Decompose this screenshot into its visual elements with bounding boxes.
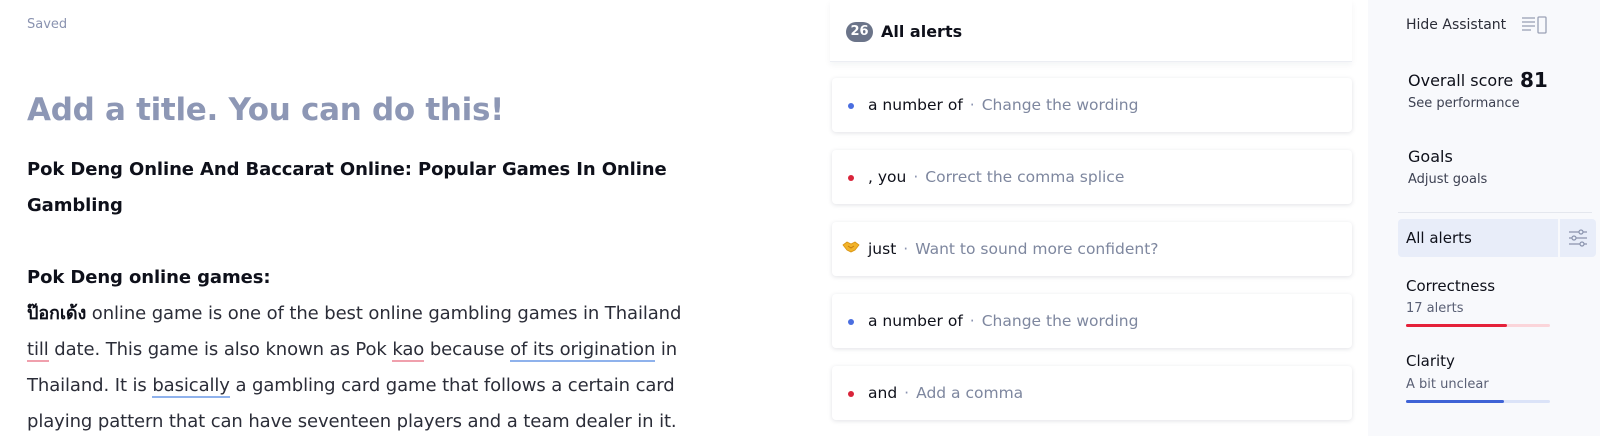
alert-text: a number of · Change the wording	[868, 96, 1138, 114]
flagged-word-basically[interactable]: basically	[152, 375, 230, 398]
handshake-icon	[842, 240, 860, 259]
hide-assistant-button[interactable]: Hide Assistant	[1368, 0, 1600, 50]
save-status: Saved	[27, 17, 68, 32]
divider	[1398, 212, 1592, 213]
overall-score-label: Overall score	[1408, 71, 1514, 90]
thai-term: ป๊อกเด้ง	[27, 303, 87, 324]
paragraph-text: date. This game is also known as Pok	[48, 339, 393, 360]
category-label: Correctness	[1406, 277, 1496, 295]
alert-separator: ·	[969, 96, 975, 114]
correctness-dot-icon	[848, 175, 854, 181]
alert-separator: ·	[904, 384, 910, 402]
paragraph-text: in	[655, 339, 678, 360]
alert-card[interactable]: , you · Correct the comma splice	[832, 150, 1352, 204]
heading-1-line-2: Gambling	[27, 195, 123, 216]
alert-text: just · Want to sound more confident?	[868, 240, 1159, 258]
clarity-dot-icon	[848, 319, 854, 325]
alert-hint: Want to sound more confident?	[915, 240, 1159, 258]
alert-separator: ·	[913, 168, 919, 186]
paragraph-text: online game is one of the best online ga…	[86, 303, 682, 324]
hide-assistant-label: Hide Assistant	[1406, 17, 1507, 33]
alert-card[interactable]: just · Want to sound more confident?	[832, 222, 1352, 276]
category-label: Clarity	[1406, 352, 1455, 370]
alert-hint: Change the wording	[981, 96, 1139, 114]
alerts-header: 26 All alerts	[830, 0, 1352, 62]
clarity-dot-icon	[848, 103, 854, 109]
heading-2: Pok Deng online games:	[27, 267, 271, 288]
heading-1: Pok Deng Online And Baccarat Online: Pop…	[27, 152, 717, 224]
sliders-icon	[1568, 229, 1588, 252]
category-subtitle: 17 alerts	[1406, 301, 1464, 316]
alert-term: , you	[868, 168, 907, 186]
paragraph-text: playing pattern that can have seventeen …	[27, 411, 677, 432]
category-subtitle: A bit unclear	[1406, 377, 1489, 392]
alert-text: and · Add a comma	[868, 384, 1023, 402]
alert-hint: Add a comma	[916, 384, 1024, 402]
paragraph: ป๊อกเด้ง online game is one of the best …	[27, 296, 717, 436]
alert-term: just	[868, 240, 897, 258]
editor-pane[interactable]: Saved Add a title. You can do this! Pok …	[0, 0, 820, 436]
alert-text: a number of · Change the wording	[868, 312, 1138, 330]
alert-text: , you · Correct the comma splice	[868, 168, 1124, 186]
assistant-sidebar: Hide Assistant Overall score 81 See perf…	[1368, 0, 1600, 436]
alert-term: a number of	[868, 96, 963, 114]
paragraph-text: a gambling card game that follows a cert…	[229, 375, 675, 396]
flagged-phrase-origination[interactable]: of its origination	[510, 339, 655, 362]
alert-card[interactable]: a number of · Change the wording	[832, 78, 1352, 132]
paragraph-text: Thailand. It is	[27, 375, 153, 396]
alert-separator: ·	[969, 312, 975, 330]
heading-1-line-1: Pok Deng Online And Baccarat Online: Pop…	[27, 159, 667, 180]
flagged-word-till[interactable]: till	[27, 339, 49, 362]
alert-term: a number of	[868, 312, 963, 330]
clarity-progress-bar	[1406, 400, 1550, 403]
app-root: Saved Add a title. You can do this! Pok …	[0, 0, 1600, 436]
filter-settings-button[interactable]	[1560, 219, 1596, 257]
alert-hint: Correct the comma splice	[925, 168, 1125, 186]
alerts-title: All alerts	[881, 22, 963, 41]
see-performance-link[interactable]: See performance	[1408, 96, 1520, 111]
alert-hint: Change the wording	[981, 312, 1139, 330]
alerts-panel: 26 All alerts a number of · Change the wor…	[820, 0, 1365, 436]
all-alerts-label: All alerts	[1406, 229, 1472, 247]
all-alerts-tab[interactable]: All alerts	[1398, 219, 1558, 257]
correctness-progress-bar	[1406, 324, 1550, 327]
correctness-dot-icon	[848, 391, 854, 397]
alert-term: and	[868, 384, 898, 402]
flagged-word-kao[interactable]: kao	[392, 339, 424, 362]
alert-separator: ·	[903, 240, 909, 258]
adjust-goals-link[interactable]: Adjust goals	[1408, 172, 1487, 187]
alert-card[interactable]: a number of · Change the wording	[832, 294, 1352, 348]
document-body[interactable]: Pok Deng Online And Baccarat Online: Pop…	[27, 152, 717, 436]
document-title-placeholder[interactable]: Add a title. You can do this!	[27, 92, 504, 128]
alert-card[interactable]: and · Add a comma	[832, 366, 1352, 420]
correctness-progress-fill	[1406, 324, 1507, 327]
panel-toggle-icon	[1521, 16, 1547, 34]
paragraph-text: because	[424, 339, 511, 360]
clarity-progress-fill	[1406, 400, 1504, 403]
goals-label: Goals	[1408, 147, 1453, 166]
overall-score-value: 81	[1520, 68, 1548, 92]
alerts-count-badge: 26	[846, 22, 873, 42]
